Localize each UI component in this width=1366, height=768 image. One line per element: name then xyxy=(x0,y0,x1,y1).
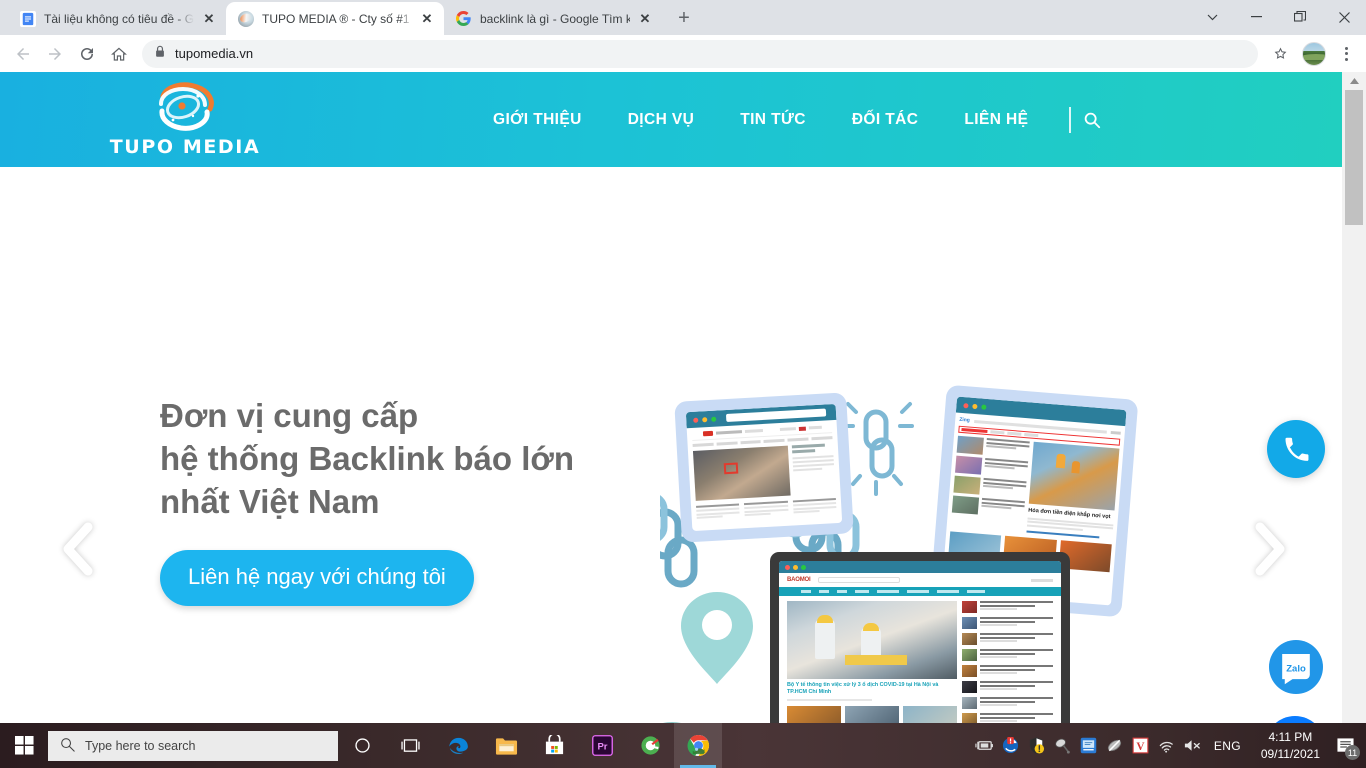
window-controls xyxy=(1190,0,1366,34)
svg-text:V: V xyxy=(1137,741,1146,753)
browser-mockup-left xyxy=(674,392,854,543)
taskbar-search-box[interactable]: Type here to search xyxy=(48,730,338,761)
close-button[interactable] xyxy=(1322,0,1366,34)
task-view-icon[interactable] xyxy=(386,723,434,768)
nav-item-tin-tuc[interactable]: TIN TỨC xyxy=(717,111,829,129)
page-viewport: TUPO MEDIA GIỚI THIỆU DỊCH VỤ TIN TỨC ĐỐ… xyxy=(0,72,1366,723)
reload-icon[interactable] xyxy=(72,39,102,69)
svg-text:Pr: Pr xyxy=(597,741,607,752)
forward-arrow-icon[interactable] xyxy=(40,39,70,69)
search-icon xyxy=(60,737,75,755)
system-tray: V ENG 4:11 PM 09/11/2021 11 xyxy=(972,723,1366,768)
back-arrow-icon[interactable] xyxy=(8,39,38,69)
notification-center-icon[interactable]: 11 xyxy=(1328,723,1362,768)
tab-strip: Tài liệu không có tiêu đề - Google ✕ TUP… xyxy=(0,0,1366,35)
browser-tab-3[interactable]: backlink là gì - Google Tìm kiếm ✕ xyxy=(444,2,662,35)
microsoft-store-icon[interactable] xyxy=(530,723,578,768)
google-icon xyxy=(456,10,472,27)
three-dot-menu-icon[interactable] xyxy=(1334,40,1358,68)
tab-title: Tài liệu không có tiêu đề - Google xyxy=(44,11,194,26)
logo-text: TUPO MEDIA xyxy=(109,135,261,158)
green-app-icon[interactable] xyxy=(626,723,674,768)
volume-muted-icon[interactable] xyxy=(1180,723,1206,768)
wifi-icon[interactable] xyxy=(1154,723,1180,768)
page-scrollbar[interactable] xyxy=(1342,72,1366,723)
notification-badge: 11 xyxy=(1345,745,1360,760)
floating-phone-button[interactable] xyxy=(1267,420,1325,478)
carousel-prev-arrow[interactable] xyxy=(56,519,100,584)
svg-text:Zalo: Zalo xyxy=(1286,663,1306,674)
adobe-premiere-pro-icon[interactable]: Pr xyxy=(578,723,626,768)
hero-heading: Đơn vị cung cấp hệ thống Backlink báo lớ… xyxy=(160,395,574,524)
remote-desktop-icon[interactable] xyxy=(1076,723,1102,768)
site-logo[interactable]: TUPO MEDIA xyxy=(100,81,270,158)
hero-heading-line-1: Đơn vị cung cấp xyxy=(160,397,419,434)
file-explorer-icon[interactable] xyxy=(482,723,530,768)
browser-tab-2[interactable]: TUPO MEDIA ® - Cty số #1 chuyên ✕ xyxy=(226,2,444,35)
tab-close-button[interactable]: ✕ xyxy=(638,12,652,25)
taskbar-app-icons: Pr xyxy=(338,723,722,768)
contact-cta-button[interactable]: Liên hệ ngay với chúng tôi xyxy=(160,549,474,606)
unikey-icon[interactable]: V xyxy=(1128,723,1154,768)
browser-window: Tài liệu không có tiêu đề - Google ✕ TUP… xyxy=(0,0,1366,723)
cortana-icon[interactable] xyxy=(338,723,386,768)
hero-illustration: Zing Hóa đơn tiền điện khắp nơi vọt BAOM… xyxy=(630,384,1160,723)
clock-date: 09/11/2021 xyxy=(1260,746,1320,761)
url-text: tupomedia.vn xyxy=(175,46,254,61)
windows-taskbar: Type here to search Pr V ENG 4:11 PM 09/… xyxy=(0,723,1366,768)
tupo-media-icon xyxy=(238,10,254,27)
minimize-button[interactable] xyxy=(1234,0,1278,34)
sound-device-icon[interactable] xyxy=(1050,723,1076,768)
search-icon[interactable] xyxy=(1083,111,1109,129)
tupo-swirl-icon xyxy=(153,81,217,134)
battery-charging-icon[interactable] xyxy=(972,723,998,768)
scrollbar-thumb[interactable] xyxy=(1345,90,1363,225)
nav-item-gioi-thieu[interactable]: GIỚI THIỆU xyxy=(470,111,605,129)
home-icon[interactable] xyxy=(104,39,134,69)
baomoi-headline: Bộ Y tế thông tin việc xử lý 3 ổ dịch CO… xyxy=(787,682,939,696)
tab-search-button[interactable] xyxy=(1190,0,1234,34)
lock-icon xyxy=(154,45,166,63)
hero-heading-line-3: nhất Việt Nam xyxy=(160,482,380,520)
tab-close-button[interactable]: ✕ xyxy=(202,12,216,25)
microsoft-edge-icon[interactable] xyxy=(434,723,482,768)
profile-avatar[interactable] xyxy=(1302,41,1326,66)
scroll-up-arrow-icon[interactable] xyxy=(1342,72,1366,90)
google-docs-icon xyxy=(20,10,36,27)
input-language[interactable]: ENG xyxy=(1206,739,1253,753)
floating-zalo-button[interactable]: Zalo xyxy=(1269,640,1323,694)
tab-title: TUPO MEDIA ® - Cty số #1 chuyên xyxy=(262,11,412,26)
google-chrome-icon[interactable] xyxy=(674,723,722,768)
taskbar-search-placeholder: Type here to search xyxy=(85,738,196,753)
nav-item-lien-he[interactable]: LIÊN HỆ xyxy=(941,111,1051,129)
tab-title: backlink là gì - Google Tìm kiếm xyxy=(480,11,630,26)
taskbar-clock[interactable]: 4:11 PM 09/11/2021 xyxy=(1253,729,1328,761)
zing-logo: Zing xyxy=(959,416,971,424)
nav-item-doi-tac[interactable]: ĐỐI TÁC xyxy=(829,111,942,129)
site-header: TUPO MEDIA GIỚI THIỆU DỊCH VỤ TIN TỨC ĐỐ… xyxy=(0,72,1342,167)
maximize-button[interactable] xyxy=(1278,0,1322,34)
nav-divider xyxy=(1069,106,1072,133)
tab-close-button[interactable]: ✕ xyxy=(420,12,434,25)
clock-time: 4:11 PM xyxy=(1268,730,1313,745)
address-bar[interactable]: tupomedia.vn xyxy=(142,39,1258,68)
baomoi-logo: BAOMOI xyxy=(787,577,811,583)
star-icon[interactable] xyxy=(1266,40,1294,68)
browser-tab-1[interactable]: Tài liệu không có tiêu đề - Google ✕ xyxy=(8,2,226,35)
nav-item-dich-vu[interactable]: DỊCH VỤ xyxy=(605,111,718,129)
new-tab-button[interactable]: + xyxy=(670,4,698,32)
carousel-next-arrow[interactable] xyxy=(1248,519,1292,584)
site-navigation: GIỚI THIỆU DỊCH VỤ TIN TỨC ĐỐI TÁC LIÊN … xyxy=(470,106,1109,133)
no-entry-icon[interactable] xyxy=(1102,723,1128,768)
windows-update-icon[interactable] xyxy=(998,723,1024,768)
hero-section: Đơn vị cung cấp hệ thống Backlink báo lớ… xyxy=(0,167,1342,723)
windows-start-icon[interactable] xyxy=(0,723,48,768)
laptop-mockup: BAOMOI Bộ Y tế thông tin việc xử lý 3 ổ … xyxy=(770,552,1070,723)
hero-copy: Đơn vị cung cấp hệ thống Backlink báo lớ… xyxy=(160,395,574,606)
map-pin-icon xyxy=(681,592,753,684)
browser-toolbar: tupomedia.vn xyxy=(0,35,1366,72)
security-shield-icon[interactable] xyxy=(1024,723,1050,768)
hero-heading-line-2: hệ thống Backlink báo lớn xyxy=(160,439,574,477)
